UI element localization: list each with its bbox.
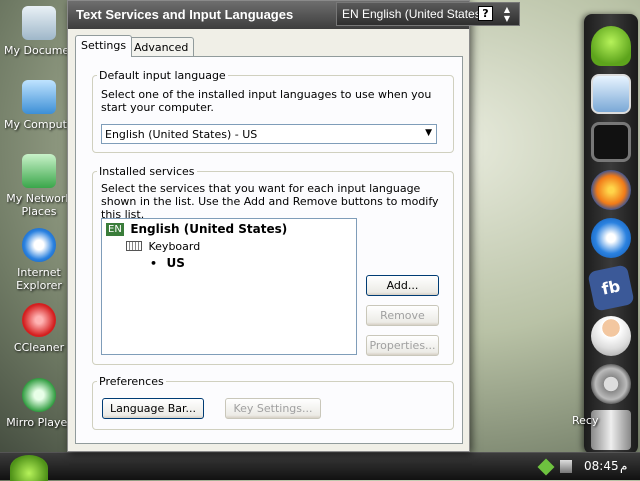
- key-settings-button[interactable]: Key Settings...: [225, 398, 321, 419]
- installed-services-legend: Installed services: [99, 165, 195, 178]
- desktop-icon-my-computer[interactable]: My Computer: [4, 80, 79, 131]
- tablet-icon[interactable]: [591, 122, 631, 162]
- language-name: English (United States): [130, 222, 288, 236]
- settings-panel: Default input language Select one of the…: [75, 56, 463, 444]
- taskbar: 08:45 م: [0, 452, 640, 481]
- recycle-bin-label: Recy: [572, 414, 599, 427]
- language-bar-label[interactable]: EN English (United States): [342, 7, 485, 21]
- remove-button[interactable]: Remove: [366, 305, 439, 326]
- start-button[interactable]: [10, 455, 48, 481]
- desktop-icon-label: My Computer: [4, 118, 79, 131]
- tree-item-layout[interactable]: • US: [150, 256, 185, 270]
- firefox-icon[interactable]: [591, 170, 631, 210]
- gear-icon[interactable]: [591, 364, 631, 404]
- ie-icon[interactable]: [591, 218, 631, 258]
- clock-period: م: [620, 459, 628, 473]
- preferences-legend: Preferences: [99, 375, 164, 388]
- help-icon[interactable]: ?: [478, 6, 493, 21]
- desktop-icon-mirro-player[interactable]: Mirro Player: [4, 378, 74, 429]
- layout-label: US: [166, 256, 185, 270]
- computer-icon: [22, 80, 56, 114]
- desktop-icon-ccleaner[interactable]: CCleaner: [4, 303, 74, 354]
- tree-item-keyboard[interactable]: Keyboard: [126, 239, 200, 253]
- window-title: Text Services and Input Languages: [76, 7, 294, 22]
- desktop-icon-label: My Documents: [4, 44, 87, 57]
- language-badge-icon: EN: [106, 222, 124, 236]
- computer-icon[interactable]: [591, 74, 631, 114]
- player-icon: [22, 378, 56, 412]
- tree-item-language[interactable]: EN English (United States): [106, 222, 287, 238]
- add-button[interactable]: Add...: [366, 275, 439, 296]
- language-bar-options-icon[interactable]: ▲ ▼: [502, 5, 512, 23]
- facebook-icon[interactable]: fb: [587, 264, 635, 312]
- tray-network-icon[interactable]: [537, 458, 555, 476]
- ie-icon: [22, 228, 56, 262]
- tab-settings[interactable]: Settings: [75, 35, 133, 57]
- desktop-icon-label: My Network Places: [6, 192, 72, 218]
- default-input-legend: Default input language: [99, 69, 226, 82]
- installed-services-description: Select the services that you want for ea…: [101, 182, 439, 221]
- ccleaner-icon: [22, 303, 56, 337]
- desktop-icon-my-documents[interactable]: My Documents: [4, 6, 87, 57]
- default-input-description: Select one of the installed input langua…: [101, 88, 432, 114]
- desktop-icon-label: Mirro Player: [6, 416, 72, 429]
- language-bar[interactable]: EN English (United States) ? ▲ ▼: [336, 2, 520, 26]
- tab-advanced[interactable]: Advanced: [128, 37, 195, 57]
- desktop-icon-my-network[interactable]: My Network Places: [4, 154, 74, 218]
- desktop-icon-label: CCleaner: [13, 341, 65, 354]
- properties-button[interactable]: Properties...: [366, 335, 439, 356]
- android-icon[interactable]: [591, 26, 631, 66]
- keyboard-label: Keyboard: [148, 239, 201, 253]
- desktop-icon-label: Internet Explorer: [16, 266, 62, 292]
- folder-icon: [22, 6, 56, 40]
- services-tree[interactable]: EN English (United States) Keyboard • US: [101, 218, 357, 355]
- app-dock: fb: [584, 14, 638, 454]
- support-agent-icon[interactable]: [591, 316, 631, 356]
- default-language-select[interactable]: English (United States) - US ▼: [101, 124, 437, 144]
- text-services-dialog: Text Services and Input Languages Settin…: [67, 0, 470, 452]
- network-icon: [22, 154, 56, 188]
- keyboard-icon: [126, 241, 142, 251]
- desktop-icon-internet-explorer[interactable]: Internet Explorer: [4, 228, 74, 292]
- clock[interactable]: 08:45: [584, 459, 619, 473]
- bullet-icon: •: [150, 257, 158, 270]
- language-bar-button[interactable]: Language Bar...: [102, 398, 204, 419]
- tray-volume-icon[interactable]: [560, 460, 572, 473]
- chevron-down-icon: ▼: [425, 128, 432, 138]
- default-language-value: English (United States) - US: [105, 128, 258, 141]
